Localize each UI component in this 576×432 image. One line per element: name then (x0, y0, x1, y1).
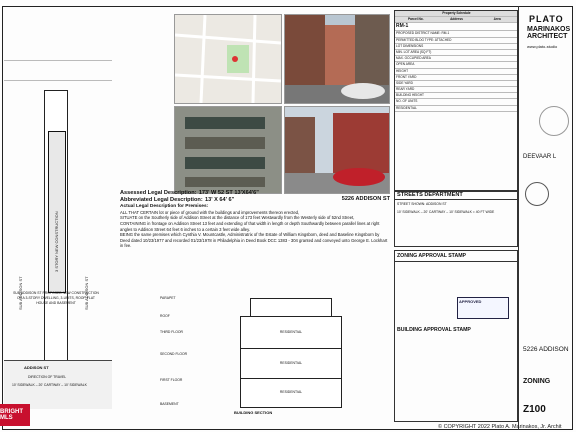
property-address: 5226 ADDISON ST (341, 195, 390, 202)
approval-stamps: ZONING APPROVAL STAMP APPROVED BUILDING … (394, 250, 518, 422)
schedule-row: SIDE YARD (396, 80, 413, 85)
level-first: FIRST FLOOR (160, 378, 183, 382)
assessed-value: 173' W 52 ST 13'X64'6" (198, 190, 259, 196)
assessed-label: Assessed Legal Description: (120, 190, 197, 196)
zoning-stamp-label: ZONING APPROVAL STAMP (395, 251, 517, 262)
building-footprint: 3 STORY NEW CONSTRUCTION (48, 131, 66, 293)
room-label-3: RESIDENTIAL (279, 330, 303, 334)
direction-label: DIRECTION OF TRAVEL (28, 375, 67, 379)
schedule-row: REAR YARD (396, 87, 415, 92)
abbrev-value: 13' X 64' 6" (205, 196, 235, 203)
street-side-label: SUB ADDISON ST (18, 276, 23, 310)
lot-outline: 3 STORY NEW CONSTRUCTION SUB ADDISON ST … (13, 90, 99, 362)
first-floor: RESIDENTIAL (240, 378, 342, 408)
third-floor: RESIDENTIAL (240, 316, 342, 350)
street-photo-side (284, 106, 390, 194)
schedule-row: HEIGHT (396, 68, 409, 73)
aerial-photo (174, 106, 282, 194)
level-basement: BASEMENT (160, 402, 179, 406)
legal-paragraph-3: CONTAINING in frontage on Addison Street… (120, 220, 380, 232)
section-title: BUILDING SECTION (234, 410, 273, 415)
room-label-1: RESIDENTIAL (279, 390, 303, 394)
col-address: Address (450, 17, 463, 22)
firm-name-1: PLATO (529, 14, 564, 24)
street-map-image (174, 14, 282, 104)
project-address: 5226 ADDISON (523, 346, 569, 353)
mls-badge: BRIGHT MLS (0, 404, 30, 426)
schedule-row: PROPOSED DISTRICT NAME: RM-1 (396, 31, 450, 36)
col-parcel: Parcel No. (408, 17, 424, 22)
level-parapet: PARAPET (160, 296, 176, 300)
schedule-row: OPEN AREA (396, 62, 415, 67)
property-schedule: Property Schedule Parcel No. Address Area … (394, 10, 518, 192)
firm-name-3: ARCHITECT (527, 33, 568, 40)
level-third: THIRD FLOOR (160, 330, 183, 334)
second-floor: RESIDENTIAL (240, 348, 342, 380)
sheet-number: Z100 (523, 404, 546, 415)
city-seal (525, 182, 549, 206)
copyright-text: © COPYRIGHT 2022 Plato A. Marinakos, Jr.… (438, 424, 562, 430)
schedule-row: BUILDING HEIGHT (396, 93, 424, 98)
level-roof: ROOF (160, 314, 170, 318)
parapet-level (250, 298, 332, 318)
architect-seal (539, 106, 569, 136)
room-label-2: RESIDENTIAL (279, 361, 303, 365)
schedule-title: Property Schedule (442, 11, 471, 15)
abbrev-label: Abbreviated Legal Description: (120, 196, 203, 203)
firm-name-2: MARINAKOS (527, 26, 571, 33)
schedule-row: MAX. OCCUPIED AREA (396, 56, 431, 61)
building-stamp-label: BUILDING APPROVAL STAMP (397, 327, 471, 333)
legal-paragraph-4: BEING the same premises which Cynthia V.… (120, 232, 388, 249)
zoning-district: RM-1 (396, 23, 409, 30)
building-label: 3 STORY NEW CONSTRUCTION (54, 211, 59, 272)
schedule-row: LOT DIMENSIONS (396, 43, 424, 48)
drawing-sheet: 3 STORY NEW CONSTRUCTION SUB ADDISON ST … (0, 0, 576, 432)
street-side-label-right: SUB ADDISON ST (84, 276, 89, 310)
schedule-row: MIN. LOT AREA (SQ FT) (396, 49, 432, 54)
level-second: SECOND FLOOR (160, 352, 188, 356)
col-area: Area (493, 17, 501, 22)
firm-website: www.plato-studio (527, 44, 558, 49)
sheet-title: ZONING (523, 378, 551, 385)
approved-stamp: APPROVED (457, 297, 509, 319)
street-widths: 10' SIDEWALK – 20' CARTWAY – 10' SIDEWAL… (397, 210, 495, 214)
title-block: PLATO MARINAKOS ARCHITECT www.plato-stud… (518, 6, 574, 430)
schedule-row: NO. OF UNITS (396, 99, 418, 104)
schedule-row: PERMITTED BLDG TYPE: ATTACHED (396, 37, 452, 42)
street-shown: STREET SHOWN: ADDISON ST (397, 202, 447, 206)
site-plan: 3 STORY NEW CONSTRUCTION SUB ADDISON ST … (4, 40, 112, 410)
streets-title: STREETS DEPARTMENT (395, 191, 517, 200)
client-name: DEEVAAR L (523, 154, 557, 160)
schedule-row: RESIDENTIAL (396, 105, 417, 110)
schedule-row: FRONT YARD (396, 74, 417, 79)
street-photo-front (284, 14, 390, 104)
streets-department: STREETS DEPARTMENT STREET SHOWN: ADDISON… (394, 190, 518, 247)
building-section: RESIDENTIAL RESIDENTIAL RESIDENTIAL PARA… (160, 290, 370, 420)
street-name: ADDISON ST (24, 365, 49, 370)
legal-description: Assessed Legal Description: 173' W 52 ST… (120, 190, 390, 280)
street-road: ADDISON ST DIRECTION OF TRAVEL 10' SIDEW… (4, 360, 112, 409)
sidewalk-label: 10' SIDEWALK – 20' CARTWAY – 10' SIDEWAL… (12, 383, 87, 387)
actual-label: Actual Legal Description for Premises: (120, 204, 209, 210)
